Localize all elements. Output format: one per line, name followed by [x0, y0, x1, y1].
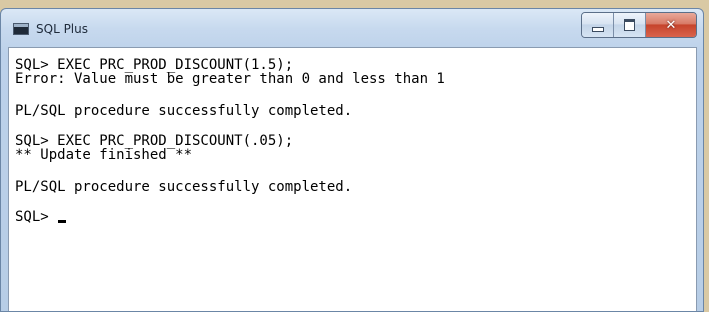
- text-cursor: [58, 220, 67, 223]
- console-line: ** Update finished **: [15, 147, 193, 163]
- console-prompt-line: SQL>: [15, 210, 696, 224]
- console-line: Error: Value must be greater than 0 and …: [15, 71, 445, 87]
- console-output[interactable]: SQL> EXEC PRC_PROD_DISCOUNT(1.5); Error:…: [8, 47, 697, 311]
- title-bar[interactable]: SQL Plus ✕: [1, 9, 703, 47]
- console-line: PL/SQL procedure successfully completed.: [15, 179, 353, 195]
- maximize-button[interactable]: [614, 13, 646, 37]
- console-line: PL/SQL procedure successfully completed.: [15, 103, 353, 119]
- console-line: SQL> EXEC PRC_PROD_DISCOUNT(1.5);: [15, 57, 294, 73]
- minimize-icon: [591, 26, 604, 32]
- minimize-button[interactable]: [582, 13, 614, 37]
- console-line: SQL> EXEC PRC_PROD_DISCOUNT(.05);: [15, 133, 294, 149]
- window-controls: ✕: [581, 12, 697, 38]
- close-icon: ✕: [665, 17, 677, 33]
- window-title: SQL Plus: [36, 22, 88, 36]
- sqlplus-window: SQL Plus ✕ SQL> EXEC PRC_PROD_DISCOUNT(1…: [0, 8, 704, 312]
- close-button[interactable]: ✕: [646, 13, 696, 37]
- console-window-icon[interactable]: [13, 23, 29, 35]
- maximize-icon: [624, 19, 635, 31]
- console-prompt: SQL>: [15, 209, 58, 225]
